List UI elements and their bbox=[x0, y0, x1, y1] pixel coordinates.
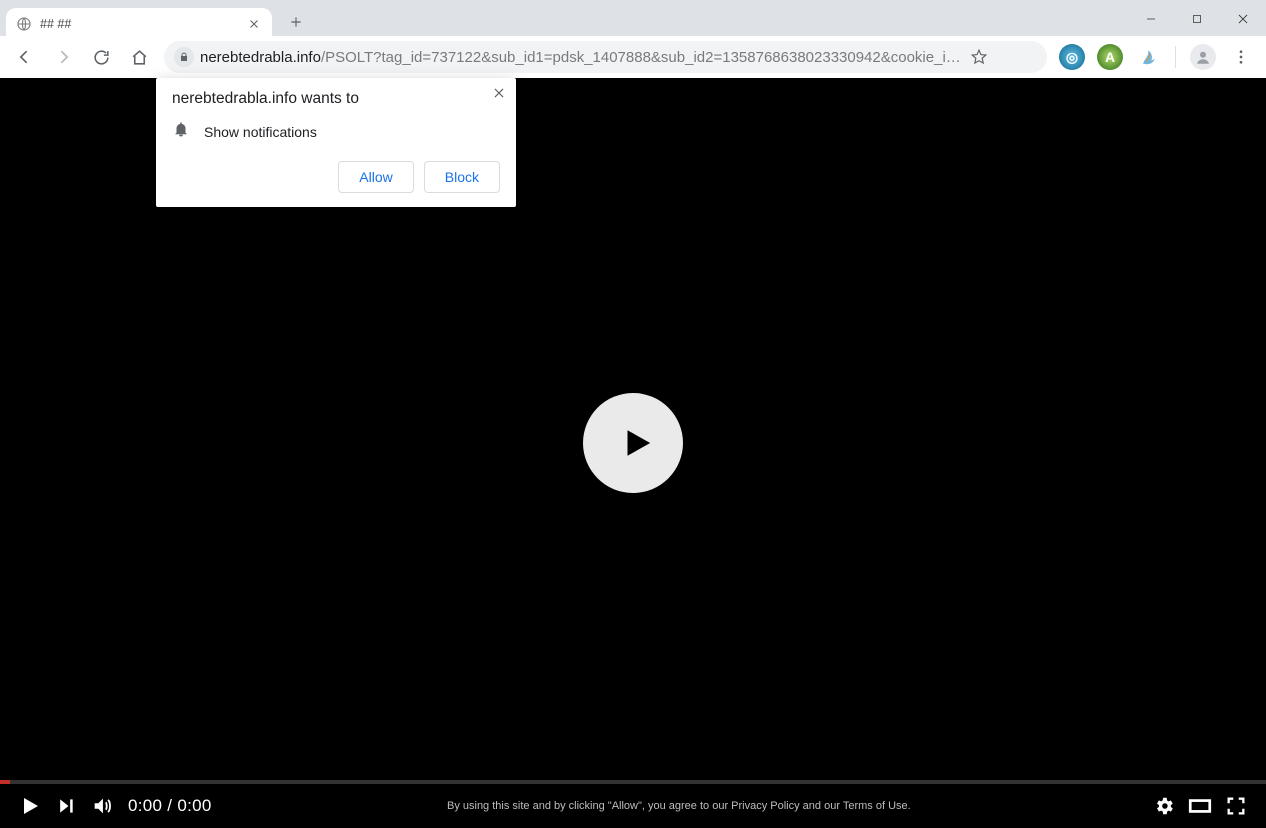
allow-button[interactable]: Allow bbox=[338, 161, 413, 193]
close-tab-icon[interactable] bbox=[246, 16, 262, 32]
notification-permission-popup: nerebtedrabla.info wants to Show notific… bbox=[156, 78, 516, 207]
window-maximize-button[interactable] bbox=[1174, 4, 1220, 34]
extension-1[interactable]: ◎ bbox=[1055, 40, 1089, 74]
window-minimize-button[interactable] bbox=[1128, 4, 1174, 34]
legal-notice: By using this site and by clicking "Allo… bbox=[447, 800, 911, 812]
nav-back-button[interactable] bbox=[8, 40, 42, 74]
window-close-button[interactable] bbox=[1220, 4, 1266, 34]
fullscreen-button[interactable] bbox=[1218, 788, 1254, 824]
close-popup-button[interactable] bbox=[492, 86, 506, 105]
browser-toolbar: nerebtedrabla.info/PSOLT?tag_id=737122&s… bbox=[0, 36, 1266, 78]
url-text: nerebtedrabla.info/PSOLT?tag_id=737122&s… bbox=[200, 49, 961, 66]
play-button[interactable] bbox=[12, 788, 48, 824]
theater-mode-button[interactable] bbox=[1182, 788, 1218, 824]
next-button[interactable] bbox=[48, 788, 84, 824]
bookmark-star-icon[interactable] bbox=[967, 40, 991, 74]
globe-icon bbox=[16, 16, 32, 32]
browser-tab[interactable]: ## ## bbox=[6, 8, 272, 40]
toolbar-separator bbox=[1175, 46, 1176, 68]
address-bar[interactable]: nerebtedrabla.info/PSOLT?tag_id=737122&s… bbox=[164, 41, 1047, 73]
profile-avatar[interactable] bbox=[1186, 40, 1220, 74]
nav-forward-button bbox=[46, 40, 80, 74]
permission-heading: nerebtedrabla.info wants to bbox=[172, 90, 500, 108]
video-control-bar: 0:00 / 0:00 By using this site and by cl… bbox=[0, 784, 1266, 828]
new-tab-button[interactable] bbox=[282, 8, 310, 36]
extension-2[interactable]: A bbox=[1093, 40, 1127, 74]
volume-button[interactable] bbox=[84, 788, 120, 824]
extension-3[interactable] bbox=[1131, 40, 1165, 74]
reload-button[interactable] bbox=[84, 40, 118, 74]
lock-icon[interactable] bbox=[174, 47, 194, 67]
bell-icon bbox=[172, 120, 190, 143]
big-play-button[interactable] bbox=[583, 393, 683, 493]
browser-menu-button[interactable] bbox=[1224, 40, 1258, 74]
url-path: /PSOLT?tag_id=737122&sub_id1=pdsk_140788… bbox=[321, 49, 961, 66]
url-host: nerebtedrabla.info bbox=[200, 49, 321, 66]
video-time: 0:00 / 0:00 bbox=[128, 796, 212, 816]
home-button[interactable] bbox=[122, 40, 156, 74]
permission-request-text: Show notifications bbox=[204, 124, 317, 140]
block-button[interactable]: Block bbox=[424, 161, 500, 193]
settings-button[interactable] bbox=[1146, 788, 1182, 824]
tab-title: ## ## bbox=[40, 17, 238, 31]
